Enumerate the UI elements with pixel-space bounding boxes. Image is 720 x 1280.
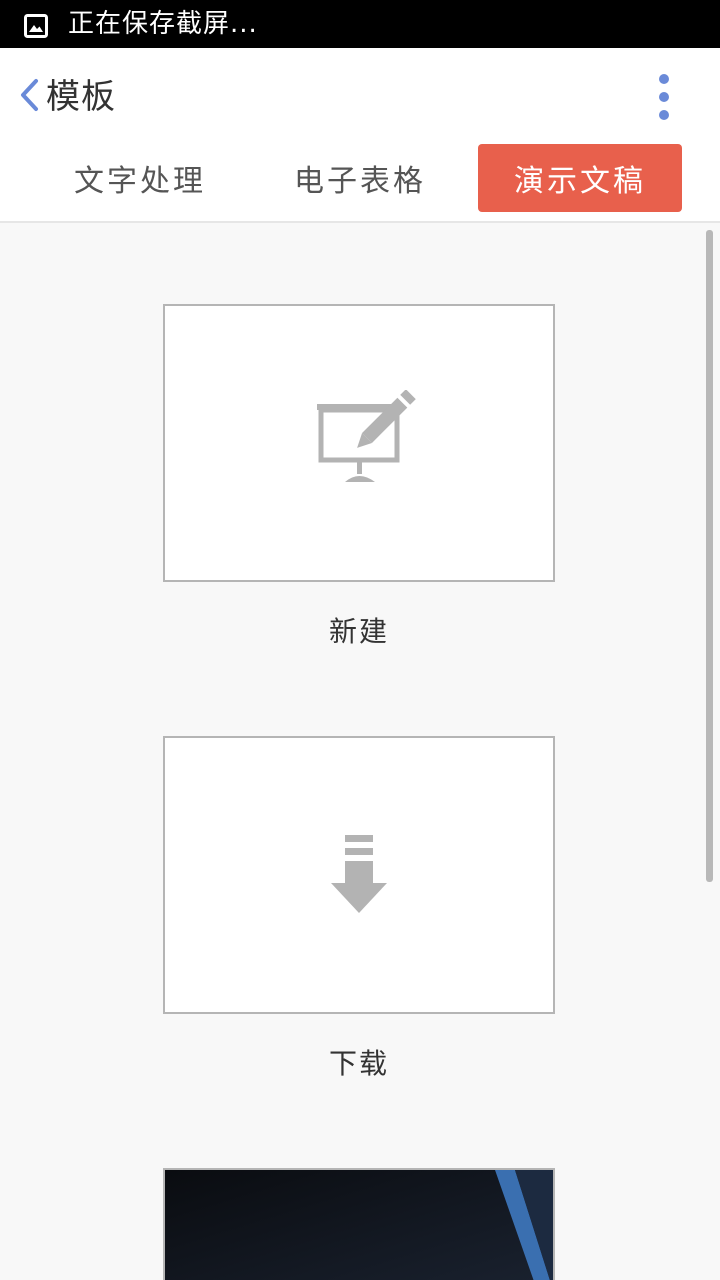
- download-arrow-icon: [331, 835, 387, 919]
- new-template-card[interactable]: [163, 304, 555, 582]
- tab-word-processing[interactable]: 文字处理: [38, 144, 242, 212]
- tab-spreadsheet[interactable]: 电子表格: [258, 144, 462, 212]
- template-thumbnail: [165, 1170, 553, 1280]
- tab-presentation[interactable]: 演示文稿: [478, 144, 682, 212]
- scrollbar[interactable]: [706, 230, 713, 882]
- back-button[interactable]: 模板: [18, 72, 116, 122]
- status-bar: 正在保存截屏...: [0, 0, 720, 48]
- template-preview-card[interactable]: [163, 1168, 555, 1280]
- more-options-button[interactable]: [646, 72, 682, 122]
- download-template-card[interactable]: [163, 736, 555, 1014]
- template-list[interactable]: 新建 下载: [0, 224, 720, 1280]
- presentation-edit-icon: [315, 389, 419, 490]
- new-template-label: 新建: [328, 615, 389, 648]
- download-template-label: 下载: [328, 1047, 389, 1080]
- category-tabs: 文字处理 电子表格 演示文稿: [0, 144, 720, 212]
- page-title: 模板: [46, 77, 116, 117]
- status-text: 正在保存截屏...: [68, 9, 258, 39]
- image-icon: [24, 14, 48, 38]
- chevron-left-icon: [18, 77, 46, 117]
- app-bar: 模板 文字处理 电子表格 演示文稿: [0, 48, 720, 223]
